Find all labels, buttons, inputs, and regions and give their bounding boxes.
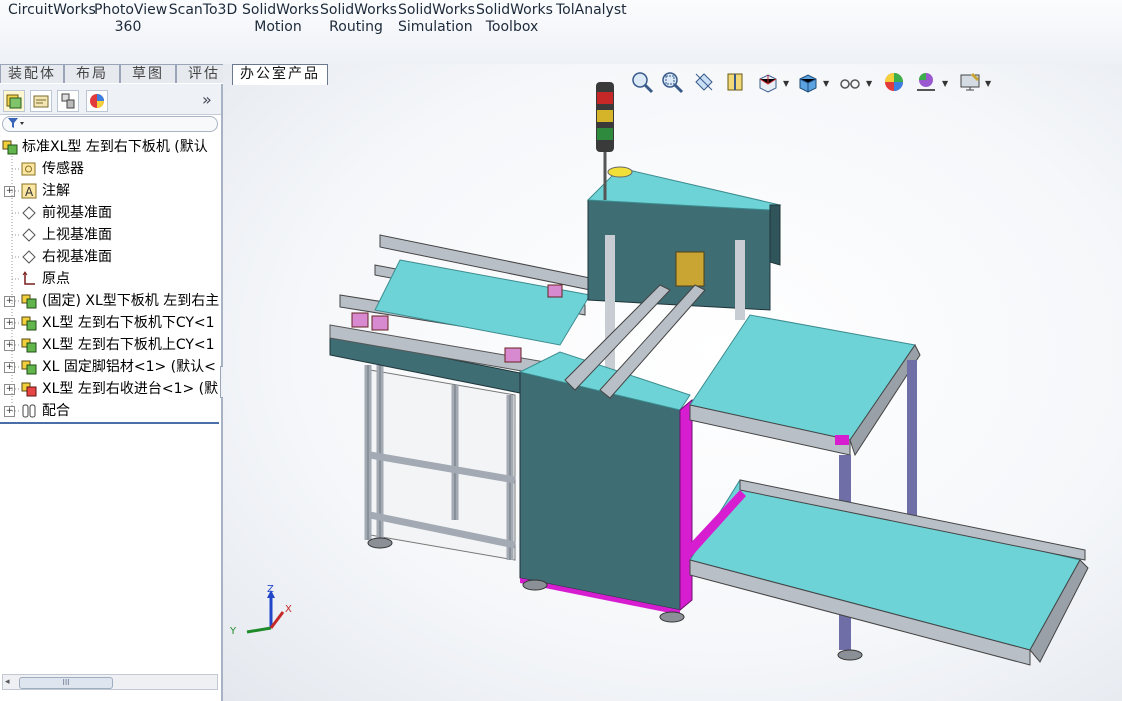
more-tabs-icon[interactable]: »	[202, 90, 212, 109]
edit-appearance-icon[interactable]	[882, 70, 906, 94]
section-view-icon[interactable]	[724, 70, 748, 94]
graphics-viewport[interactable]: Z Y X	[223, 64, 1122, 701]
previous-view-icon[interactable]	[692, 70, 716, 94]
filter-icon	[8, 118, 24, 128]
axis-triad: Z Y X	[227, 584, 297, 644]
apply-scene-caret-icon[interactable]: ▼	[942, 79, 948, 88]
machine-model[interactable]	[223, 64, 1122, 701]
zoom-to-fit-icon[interactable]	[630, 70, 654, 94]
command-ribbon: CircuitWorks PhotoView 360 ScanTo3D Soli…	[0, 0, 1122, 65]
tab-layout[interactable]: 布局	[64, 64, 120, 83]
tab-assembly[interactable]: 装配体	[0, 64, 64, 83]
display-manager-tab-icon[interactable]	[86, 90, 108, 112]
tab-office-products[interactable]: 办公室产品	[232, 64, 328, 85]
hide-show-items-icon[interactable]	[838, 70, 862, 94]
triad-z-label: Z	[267, 584, 274, 595]
solidworks-routing-button[interactable]: SolidWorks Routing	[320, 2, 397, 36]
solidworks-motion-button[interactable]: SolidWorks Motion	[242, 2, 319, 36]
circuitworks-button[interactable]: CircuitWorks	[8, 2, 96, 19]
apply-scene-icon[interactable]	[914, 70, 938, 94]
property-manager-tab-icon[interactable]	[30, 90, 52, 112]
view-orientation-caret-icon[interactable]: ▼	[783, 79, 789, 88]
panel-toolbar: »	[0, 84, 221, 115]
scroll-thumb[interactable]: III	[19, 677, 113, 689]
right-lower-conveyor	[686, 479, 1089, 666]
view-settings-caret-icon[interactable]: ▼	[985, 79, 991, 88]
view-settings-icon[interactable]	[958, 70, 982, 94]
triad-y-label: Y	[230, 626, 237, 637]
zoom-to-area-icon[interactable]	[660, 70, 684, 94]
scanto3d-button[interactable]: ScanTo3D	[168, 2, 238, 19]
hide-show-caret-icon[interactable]: ▼	[866, 79, 872, 88]
feature-manager-panel: » 标准XL型 左到右下板机 (默认 传感器 + A 注解 前视基准面 上视基准…	[0, 84, 230, 701]
horizontal-scrollbar[interactable]: ◂ III	[2, 674, 218, 690]
triad-x-label: X	[285, 604, 292, 615]
tree-connectors	[11, 156, 20, 412]
scroll-left-icon[interactable]: ◂	[5, 677, 10, 687]
display-style-caret-icon[interactable]: ▼	[823, 79, 829, 88]
display-style-icon[interactable]	[796, 70, 820, 94]
tolanalyst-button[interactable]: TolAnalyst	[556, 2, 627, 19]
solidworks-toolbox-button[interactable]: SolidWorks Toolbox	[476, 2, 553, 36]
photoview-360-button[interactable]: PhotoView 360	[94, 2, 167, 36]
feature-tree-tab-icon[interactable]	[3, 90, 25, 112]
solidworks-simulation-button[interactable]: SolidWorks Simulation	[398, 2, 475, 36]
tree-filter-field[interactable]	[2, 116, 218, 132]
configuration-manager-tab-icon[interactable]	[57, 90, 79, 112]
tab-sketch[interactable]: 草图	[120, 64, 176, 83]
view-orientation-icon[interactable]	[756, 70, 780, 94]
